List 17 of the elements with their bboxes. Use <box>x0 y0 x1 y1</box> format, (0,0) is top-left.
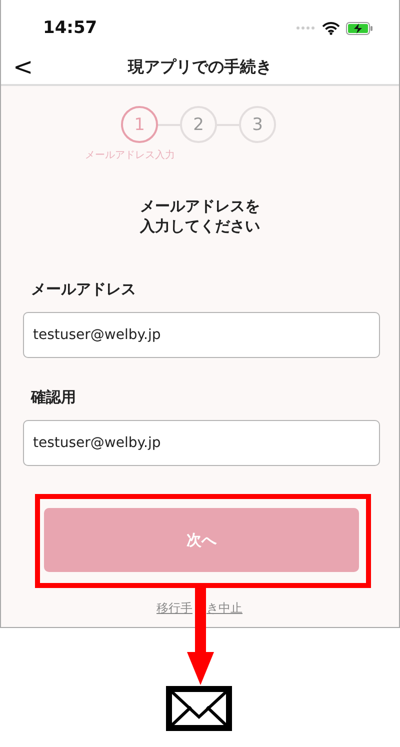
status-time: 14:57 <box>43 18 98 38</box>
field-label: メールアドレス <box>31 280 137 299</box>
battery-charging-icon <box>346 22 373 34</box>
field-label: 確認用 <box>31 388 77 407</box>
instruction-heading: メールアドレスを <box>140 196 260 216</box>
step-circle: 1 <box>121 106 158 143</box>
email-field[interactable]: testuser@welby.jp <box>23 420 380 466</box>
signal-dots-icon <box>296 26 316 30</box>
step-circle: 2 <box>180 106 217 143</box>
instruction-heading: 入力してください <box>140 216 260 236</box>
back-button[interactable]: < <box>9 52 38 82</box>
screen-title: 現アプリでの手続き <box>128 56 272 78</box>
step-label: メールアドレス入力 <box>85 148 175 162</box>
email-field[interactable]: testuser@welby.jp <box>23 312 380 358</box>
step-circle: 3 <box>239 106 276 143</box>
envelope-icon <box>166 686 232 731</box>
wifi-icon <box>322 22 340 34</box>
